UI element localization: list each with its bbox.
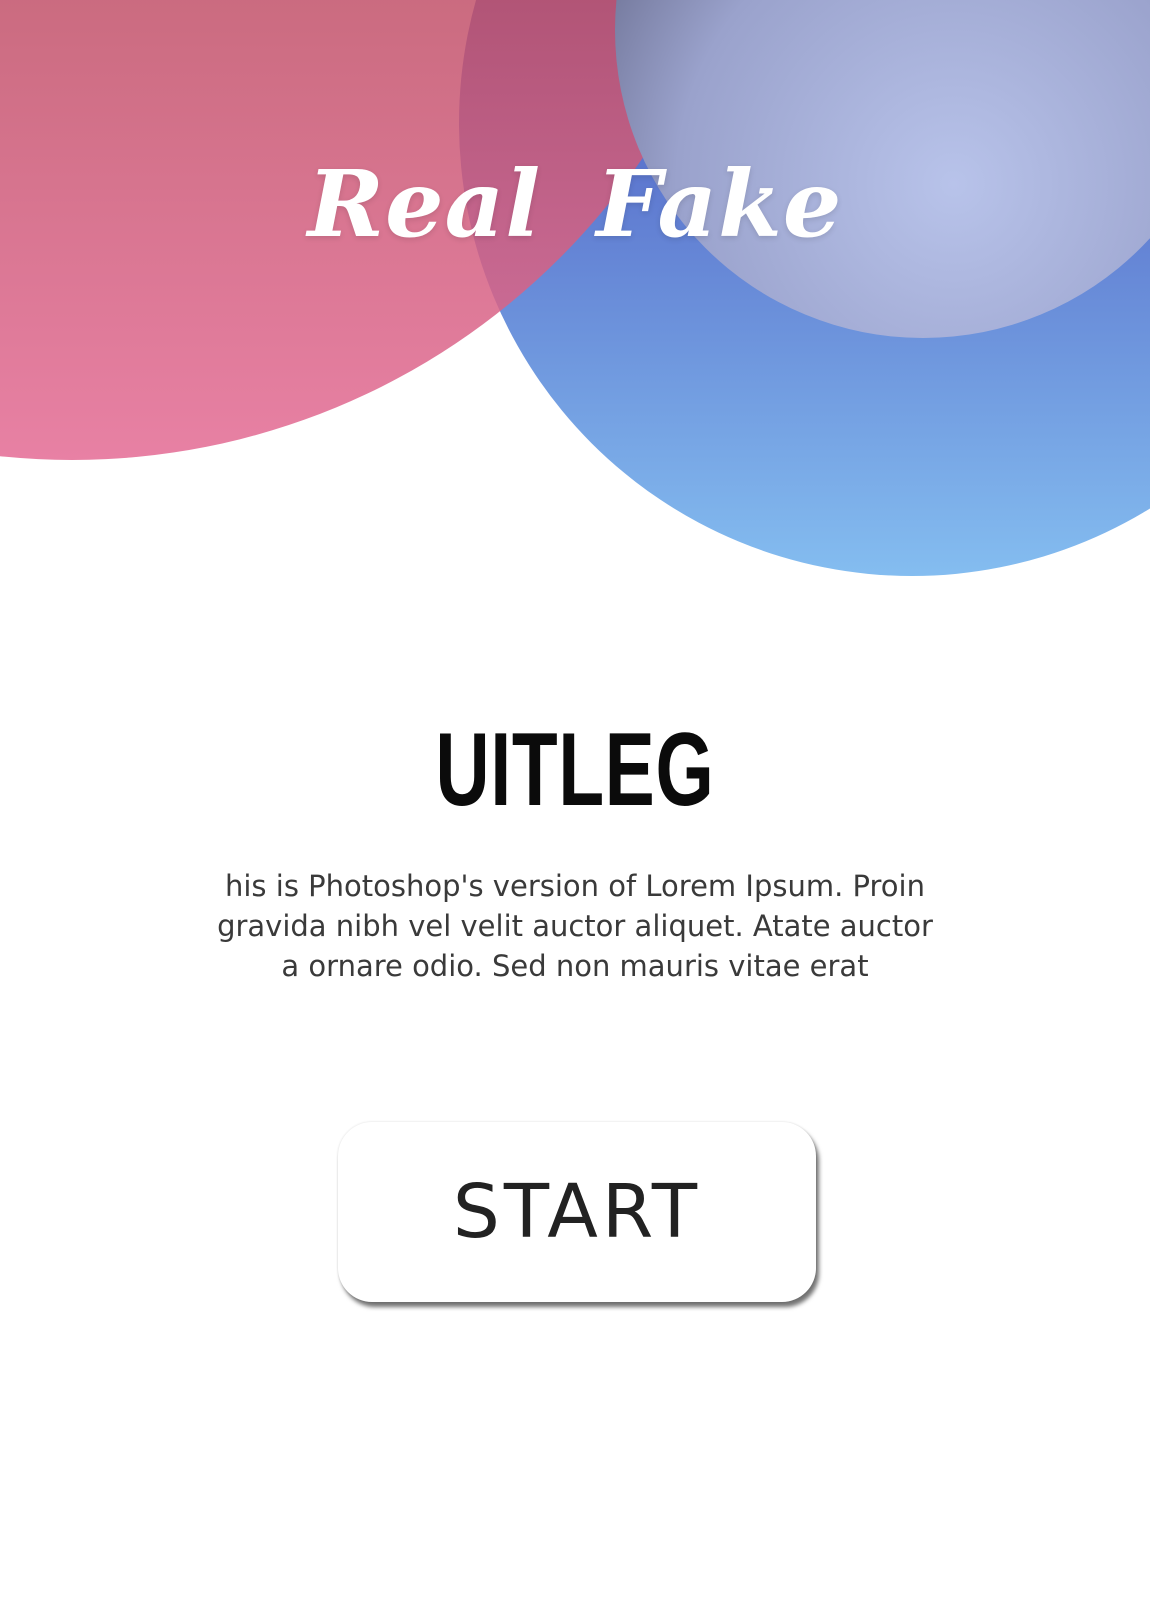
- start-screen: Real Fake UITLEG his is Photoshop's vers…: [0, 0, 1150, 1600]
- page-title: UITLEG: [435, 712, 715, 828]
- decorative-circles: [0, 0, 1150, 576]
- explanation-line: a ornare odio. Sed non mauris vitae erat: [281, 949, 869, 983]
- explanation-line: his is Photoshop's version of Lorem Ipsu…: [225, 869, 925, 903]
- explanation-text: his is Photoshop's version of Lorem Ipsu…: [150, 866, 1000, 986]
- explanation-line: gravida nibh vel velit auctor aliquet. A…: [217, 909, 933, 943]
- app-logo: Real Fake: [307, 150, 843, 258]
- start-button[interactable]: START: [338, 1122, 816, 1302]
